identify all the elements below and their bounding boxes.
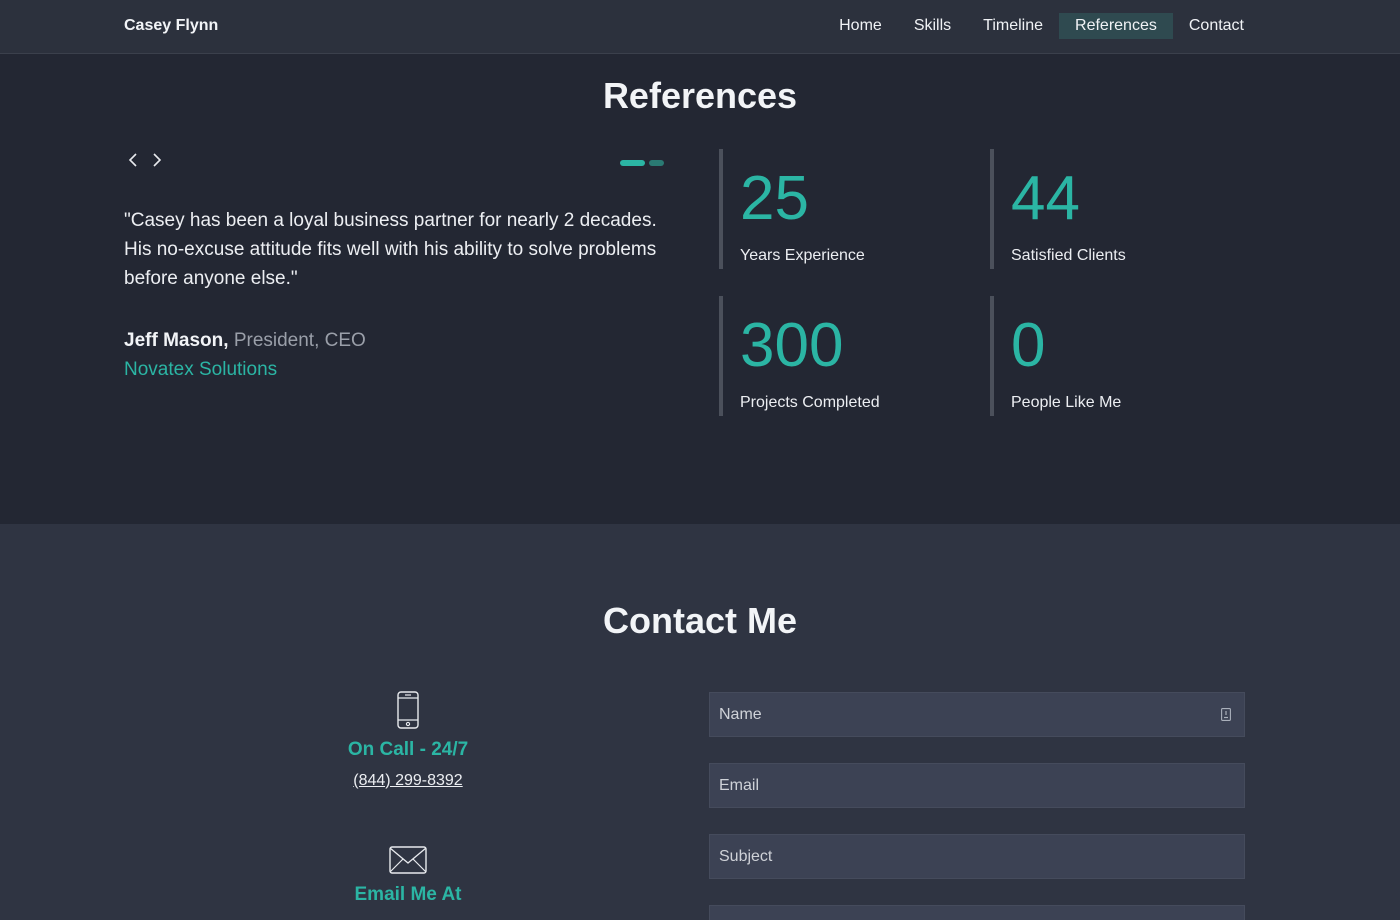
brand-name[interactable]: Casey Flynn (124, 17, 218, 35)
phone-heading: On Call - 24/7 (347, 739, 469, 760)
nav-item-references[interactable]: References (1059, 13, 1173, 39)
autofill-icon[interactable] (1221, 708, 1231, 721)
stat-card: 44 Satisfied Clients (990, 149, 1240, 269)
stat-card: 300 Projects Completed (719, 296, 969, 416)
carousel-dot-active[interactable] (620, 160, 645, 166)
carousel-dot[interactable] (649, 160, 664, 166)
author-name: Jeff Mason, (124, 330, 229, 351)
email-info: Email Me At (258, 846, 558, 906)
stat-value: 300 (740, 311, 844, 380)
top-navbar: Casey Flynn Home Skills Timeline Referen… (0, 0, 1400, 54)
stat-card: 0 People Like Me (990, 296, 1240, 416)
stat-label: Years Experience (740, 247, 865, 264)
carousel-indicators (620, 160, 664, 166)
nav-item-timeline[interactable]: Timeline (967, 13, 1059, 39)
stat-value: 44 (1011, 164, 1080, 233)
envelope-icon (389, 846, 427, 874)
nav-item-contact[interactable]: Contact (1173, 13, 1260, 39)
stat-card: 25 Years Experience (719, 149, 969, 269)
testimonial-author: Jeff Mason, President, CEO (124, 326, 366, 355)
references-section: References "Casey has been a loyal busin… (0, 55, 1400, 524)
stat-label: People Like Me (1011, 394, 1122, 411)
subject-input[interactable] (710, 835, 1244, 878)
references-title: References (602, 75, 798, 116)
message-field[interactable] (709, 905, 1245, 920)
name-input[interactable] (710, 693, 1244, 736)
author-role: President, CEO (233, 330, 366, 351)
nav-item-home[interactable]: Home (823, 13, 898, 39)
contact-title: Contact Me (602, 600, 797, 641)
contact-section: Contact Me On Call - 24/7 (844) 299-8392… (0, 524, 1400, 920)
testimonial-quote: "Casey has been a loyal business partner… (124, 210, 657, 289)
chevron-left-icon[interactable] (126, 152, 140, 168)
email-heading: Email Me At (354, 884, 462, 905)
phone-number-link[interactable]: (844) 299-8392 (353, 772, 462, 790)
nav-item-skills[interactable]: Skills (898, 13, 967, 39)
email-field (709, 763, 1245, 808)
subject-field (709, 834, 1245, 879)
stat-label: Satisfied Clients (1011, 247, 1126, 264)
phone-icon (397, 691, 419, 729)
phone-info: On Call - 24/7 (844) 299-8392 (258, 691, 558, 790)
email-input[interactable] (710, 764, 1244, 807)
stat-label: Projects Completed (740, 394, 880, 411)
main-nav: Home Skills Timeline References Contact (823, 13, 1260, 39)
name-field (709, 692, 1245, 737)
chevron-right-icon[interactable] (150, 152, 164, 168)
stat-value: 25 (740, 164, 809, 233)
author-company-link[interactable]: Novatex Solutions (124, 355, 277, 384)
carousel-arrows (126, 152, 164, 168)
stat-value: 0 (1011, 311, 1046, 380)
